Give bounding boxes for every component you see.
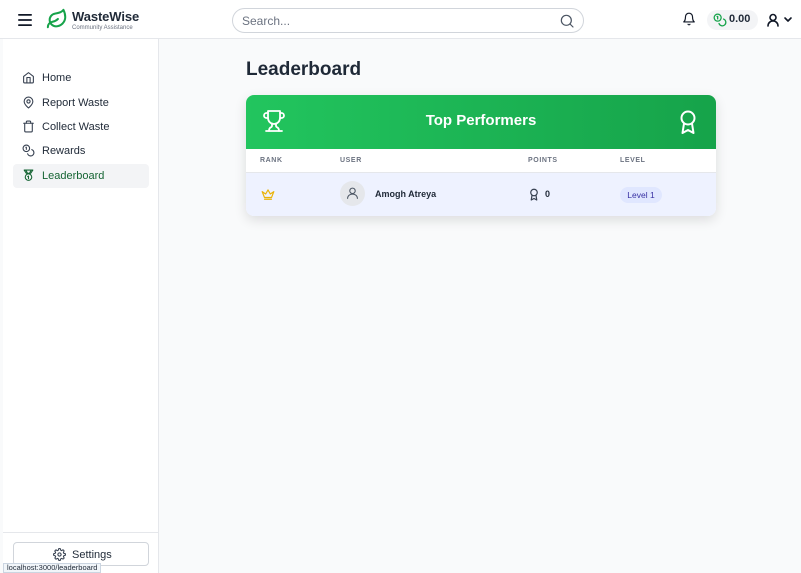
column-header-rank: RANK	[260, 157, 283, 164]
user-icon	[347, 187, 358, 199]
award-icon	[680, 110, 696, 134]
sidebar-divider	[3, 532, 159, 533]
search-bar	[232, 8, 584, 33]
avatar	[340, 181, 365, 206]
award-icon	[530, 188, 538, 201]
brand-name[interactable]: WasteWise	[72, 9, 139, 24]
sidebar-item-home[interactable]: Home	[13, 66, 149, 90]
sidebar-item-label: Collect Waste	[42, 121, 110, 133]
leaderboard-card: Top Performers RANK USER POINTS LEVEL Am…	[246, 95, 716, 216]
user-name: Amogh Atreya	[375, 189, 437, 199]
level-badge: Level 1	[620, 187, 662, 203]
card-header: Top Performers	[246, 95, 716, 149]
sidebar-item-report-waste[interactable]: Report Waste	[13, 91, 149, 115]
coins-icon	[22, 144, 35, 157]
column-header-level: LEVEL	[620, 157, 646, 164]
sidebar-item-label: Rewards	[42, 145, 86, 157]
points-value: 0	[545, 189, 551, 199]
sidebar-item-label: Report Waste	[42, 97, 109, 109]
balance-pill[interactable]: 0.00	[707, 10, 758, 30]
settings-label: Settings	[72, 549, 112, 561]
crown-icon	[261, 189, 275, 200]
page-title: Leaderboard	[246, 59, 362, 80]
status-bar-url: localhost:3000/leaderboard	[3, 563, 102, 573]
sidebar-item-label: Leaderboard	[42, 170, 105, 182]
balance-value: 0.00	[729, 13, 751, 25]
home-icon	[23, 72, 34, 84]
user-menu-icon[interactable]	[767, 13, 797, 27]
sidebar-item-label: Home	[42, 72, 72, 84]
top-header: WasteWise Community Assistance 0.00	[0, 0, 801, 39]
card-title: Top Performers	[425, 112, 537, 129]
leaf-logo-icon[interactable]	[46, 8, 68, 30]
sidebar-item-rewards[interactable]: Rewards	[13, 139, 149, 163]
trash-icon	[23, 120, 34, 133]
map-pin-icon	[23, 96, 34, 109]
table-row[interactable]: Amogh Atreya 0 Level 1	[246, 173, 716, 216]
brand-tagline: Community Assistance	[72, 25, 133, 31]
sidebar: Home Report Waste Collect Waste Rewards	[3, 39, 159, 573]
medal-icon	[23, 169, 34, 181]
column-header-points: POINTS	[528, 157, 558, 164]
sidebar-item-collect-waste[interactable]: Collect Waste	[13, 115, 149, 139]
search-icon[interactable]	[559, 13, 575, 29]
column-header-user: USER	[340, 157, 362, 164]
bell-icon[interactable]	[682, 12, 696, 26]
coins-icon	[713, 13, 727, 27]
menu-icon[interactable]	[16, 11, 34, 29]
gear-icon	[53, 548, 66, 561]
sidebar-item-leaderboard[interactable]: Leaderboard	[13, 164, 149, 188]
search-input[interactable]	[242, 12, 552, 30]
table-header: RANK USER POINTS LEVEL	[246, 149, 716, 173]
